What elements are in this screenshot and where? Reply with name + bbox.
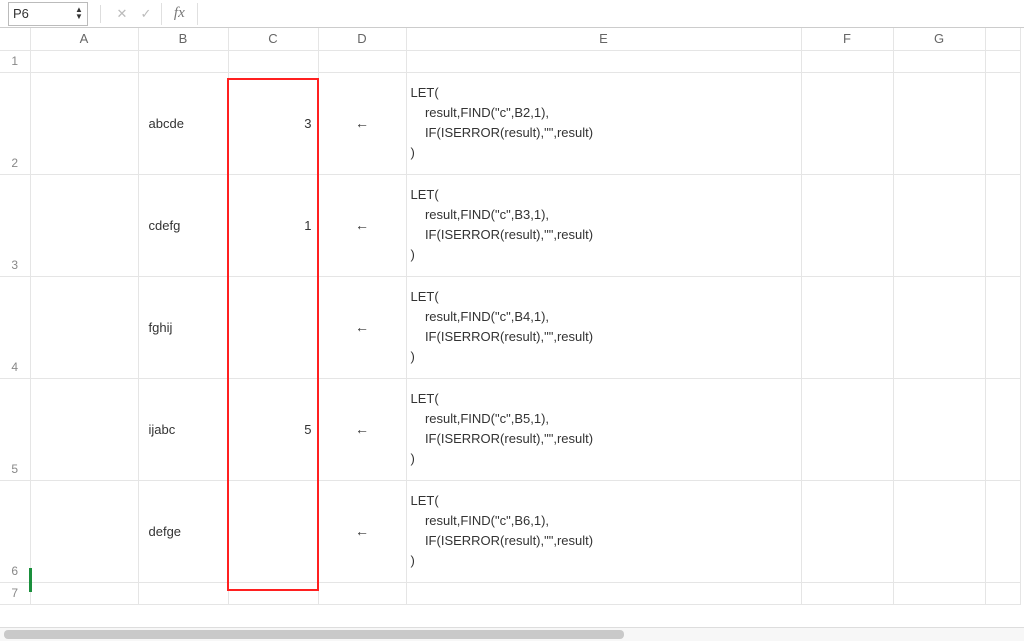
table-row: 4 fghij ← LET( result,FIND("c",B4,1), IF… — [0, 276, 1020, 378]
cell[interactable] — [893, 480, 985, 582]
cell[interactable] — [893, 50, 985, 72]
cell[interactable] — [30, 480, 138, 582]
cell[interactable] — [893, 72, 985, 174]
cell[interactable] — [228, 276, 318, 378]
name-box-spinner[interactable]: ▲ ▼ — [75, 7, 83, 21]
cancel-formula-button[interactable]: ✕ — [113, 5, 131, 23]
cell[interactable] — [801, 50, 893, 72]
cell[interactable] — [985, 174, 1020, 276]
cell[interactable] — [318, 50, 406, 72]
spinner-down-icon[interactable]: ▼ — [75, 14, 83, 21]
cell[interactable] — [138, 582, 228, 604]
cell[interactable] — [318, 582, 406, 604]
col-header-A[interactable]: A — [30, 28, 138, 50]
horizontal-scrollbar[interactable] — [0, 627, 1024, 641]
table-row: 7 — [0, 582, 1020, 604]
cancel-icon: ✕ — [116, 6, 127, 22]
active-row-marker — [29, 568, 32, 592]
cell[interactable] — [801, 378, 893, 480]
cell[interactable]: LET( result,FIND("c",B4,1), IF(ISERROR(r… — [406, 276, 801, 378]
cell[interactable] — [30, 174, 138, 276]
cell[interactable] — [801, 174, 893, 276]
cell[interactable] — [138, 50, 228, 72]
cell[interactable] — [406, 582, 801, 604]
cell[interactable]: defge — [138, 480, 228, 582]
cell[interactable] — [30, 582, 138, 604]
cell[interactable] — [228, 50, 318, 72]
cell[interactable] — [893, 276, 985, 378]
cell[interactable] — [985, 72, 1020, 174]
cell[interactable]: ← — [318, 276, 406, 378]
cell[interactable] — [985, 276, 1020, 378]
cell[interactable] — [985, 582, 1020, 604]
formula-input[interactable] — [204, 4, 1016, 24]
col-header-B[interactable]: B — [138, 28, 228, 50]
confirm-formula-button[interactable]: ✓ — [137, 5, 155, 23]
cell[interactable] — [30, 276, 138, 378]
col-header-E[interactable]: E — [406, 28, 801, 50]
cell[interactable] — [801, 582, 893, 604]
scrollbar-thumb[interactable] — [4, 630, 624, 639]
cell[interactable]: 5 — [228, 378, 318, 480]
cell[interactable]: 3 — [228, 72, 318, 174]
cell[interactable]: cdefg — [138, 174, 228, 276]
col-header-H[interactable] — [985, 28, 1020, 50]
row-header[interactable]: 2 — [0, 72, 30, 174]
cell[interactable] — [406, 50, 801, 72]
cell[interactable]: ← — [318, 174, 406, 276]
column-header-row: A B C D E F G — [0, 28, 1020, 50]
col-header-C[interactable]: C — [228, 28, 318, 50]
cell[interactable] — [893, 174, 985, 276]
separator — [161, 3, 162, 25]
table-row: 6 defge ← LET( result,FIND("c",B6,1), IF… — [0, 480, 1020, 582]
select-all-corner[interactable] — [0, 28, 30, 50]
col-header-F[interactable]: F — [801, 28, 893, 50]
cell[interactable] — [985, 480, 1020, 582]
name-box[interactable] — [13, 5, 71, 23]
cell[interactable] — [985, 50, 1020, 72]
cell[interactable] — [801, 276, 893, 378]
cell[interactable] — [30, 378, 138, 480]
check-icon: ✓ — [140, 6, 151, 22]
cell[interactable] — [228, 582, 318, 604]
cell[interactable] — [228, 480, 318, 582]
cell[interactable]: LET( result,FIND("c",B2,1), IF(ISERROR(r… — [406, 72, 801, 174]
cell[interactable]: ijabc — [138, 378, 228, 480]
cell[interactable] — [30, 72, 138, 174]
row-header[interactable]: 3 — [0, 174, 30, 276]
cell[interactable] — [893, 582, 985, 604]
cell[interactable]: ← — [318, 378, 406, 480]
name-box-wrap[interactable]: ▲ ▼ — [8, 2, 88, 26]
row-header[interactable]: 6 — [0, 480, 30, 582]
cell[interactable]: ← — [318, 72, 406, 174]
spreadsheet-grid[interactable]: A B C D E F G 1 — [0, 28, 1024, 641]
cell[interactable] — [893, 378, 985, 480]
row-header[interactable]: 4 — [0, 276, 30, 378]
table-row: 1 — [0, 50, 1020, 72]
separator — [197, 3, 198, 25]
row-header[interactable]: 5 — [0, 378, 30, 480]
cell[interactable] — [985, 378, 1020, 480]
cell[interactable]: LET( result,FIND("c",B6,1), IF(ISERROR(r… — [406, 480, 801, 582]
row-header[interactable]: 1 — [0, 50, 30, 72]
col-header-G[interactable]: G — [893, 28, 985, 50]
row-header[interactable]: 7 — [0, 582, 30, 604]
table-row: 3 cdefg 1 ← LET( result,FIND("c",B3,1), … — [0, 174, 1020, 276]
formula-bar: ▲ ▼ ✕ ✓ fx — [0, 0, 1024, 28]
fx-icon[interactable]: fx — [174, 5, 185, 22]
cell[interactable]: abcde — [138, 72, 228, 174]
separator — [100, 5, 101, 23]
cell[interactable]: LET( result,FIND("c",B3,1), IF(ISERROR(r… — [406, 174, 801, 276]
cell[interactable] — [30, 50, 138, 72]
cell[interactable]: fghij — [138, 276, 228, 378]
cell[interactable]: LET( result,FIND("c",B5,1), IF(ISERROR(r… — [406, 378, 801, 480]
cell[interactable] — [801, 72, 893, 174]
col-header-D[interactable]: D — [318, 28, 406, 50]
cell[interactable] — [801, 480, 893, 582]
sheet-table: A B C D E F G 1 — [0, 28, 1021, 605]
table-row: 5 ijabc 5 ← LET( result,FIND("c",B5,1), … — [0, 378, 1020, 480]
table-row: 2 abcde 3 ← LET( result,FIND("c",B2,1), … — [0, 72, 1020, 174]
cell[interactable]: 1 — [228, 174, 318, 276]
cell[interactable]: ← — [318, 480, 406, 582]
